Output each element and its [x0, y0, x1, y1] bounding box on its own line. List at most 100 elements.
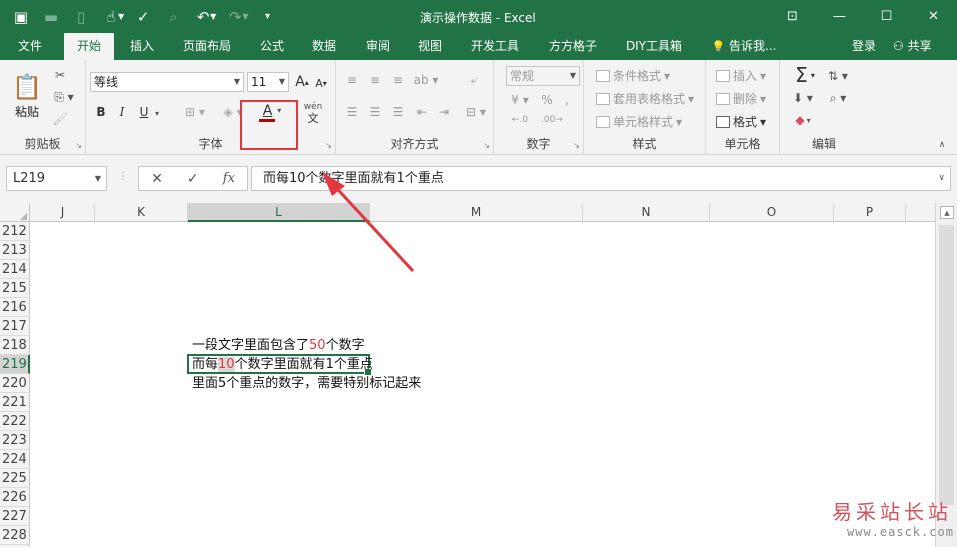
number-launcher-icon[interactable]: ↘ — [573, 141, 580, 150]
ribbon-display-icon[interactable]: ⊡ — [769, 0, 816, 33]
scrollbar-thumb[interactable] — [939, 225, 954, 505]
merge-center-icon[interactable]: ⊟ ▾ — [462, 102, 490, 122]
accounting-format-icon[interactable]: ¥ ▾ — [506, 90, 534, 110]
align-right-icon[interactable]: ☰ — [388, 102, 408, 122]
borders-icon[interactable]: ⊞ ▾ — [182, 102, 208, 122]
clear-icon[interactable]: ◆ ▾ — [788, 110, 818, 130]
row-header[interactable]: 221 — [0, 393, 30, 412]
minimize-icon[interactable]: — — [816, 0, 863, 33]
cell-l219[interactable]: 而每10个数字里面就有1个重点 — [192, 355, 373, 374]
grow-font-button[interactable]: A ▴ — [293, 72, 311, 92]
bold-button[interactable]: B — [92, 102, 110, 122]
cell-l218[interactable]: 一段文字里面包含了50个数字 — [192, 336, 365, 355]
align-top-icon[interactable]: ≡ — [342, 70, 362, 90]
wrap-text-icon[interactable]: ⤶ — [464, 70, 484, 90]
tab-review[interactable]: 审阅 — [356, 33, 400, 60]
shrink-font-button[interactable]: A ▾ — [312, 74, 330, 92]
cell-styles-button[interactable]: 单元格样式 ▾ — [596, 113, 682, 130]
increase-decimal-icon[interactable]: ←.0 — [506, 110, 534, 130]
comma-style-icon[interactable]: , — [558, 90, 576, 110]
column-header-o[interactable]: O — [710, 203, 834, 222]
increase-indent-icon[interactable]: ⇥ — [434, 102, 454, 122]
spelling-icon[interactable]: ✓ — [128, 0, 158, 33]
tab-data[interactable]: 数据 — [302, 33, 346, 60]
tab-home[interactable]: 开始 — [64, 33, 114, 60]
save-icon[interactable]: ▣ — [6, 0, 36, 33]
row-header[interactable]: 212 — [0, 222, 30, 241]
format-painter-icon[interactable]: 🖌 — [50, 110, 70, 128]
tab-fangfang[interactable]: 方方格子 — [538, 33, 608, 60]
tab-developer[interactable]: 开发工具 — [462, 33, 528, 60]
row-header[interactable]: 217 — [0, 317, 30, 336]
formula-bar-handle[interactable]: ⋮ — [118, 171, 128, 182]
row-header[interactable]: 225 — [0, 469, 30, 488]
row-header[interactable]: 228 — [0, 526, 30, 545]
copy-icon[interactable]: ⎘ ▾ — [50, 88, 78, 106]
maximize-icon[interactable]: ☐ — [863, 0, 910, 33]
row-header[interactable]: 227 — [0, 507, 30, 526]
row-header[interactable]: 226 — [0, 488, 30, 507]
format-cells-button[interactable]: 格式 ▾ — [716, 113, 766, 130]
customize-icon[interactable]: ▾ — [252, 0, 282, 33]
align-middle-icon[interactable]: ≡ — [365, 70, 385, 90]
new-file-icon[interactable]: ▯ — [66, 0, 96, 33]
tab-view[interactable]: 视图 — [408, 33, 452, 60]
row-header[interactable]: 218 — [0, 336, 30, 355]
collapse-ribbon-icon[interactable]: ∧ — [934, 138, 950, 152]
row-header[interactable]: 214 — [0, 260, 30, 279]
select-all-button[interactable] — [0, 203, 30, 222]
delete-cells-button[interactable]: 删除 ▾ — [716, 90, 766, 107]
align-bottom-icon[interactable]: ≡ — [388, 70, 408, 90]
clipboard-launcher-icon[interactable]: ↘ — [75, 141, 82, 150]
number-format-combo[interactable]: 常规 ▼ — [506, 66, 580, 86]
font-size-combo[interactable]: 11 ▼ — [247, 72, 289, 92]
scissors-icon[interactable]: ✂ — [50, 66, 70, 84]
percent-icon[interactable]: % — [538, 90, 556, 110]
cell-l220[interactable]: 里面5个重点的数字，需要特别标记起来 — [192, 374, 421, 393]
column-header-k[interactable]: K — [95, 203, 188, 222]
orientation-icon[interactable]: ab ▾ — [412, 70, 440, 90]
open-folder-icon[interactable]: ▬ — [36, 0, 66, 33]
tab-formulas[interactable]: 公式 — [250, 33, 294, 60]
format-as-table-button[interactable]: 套用表格格式 ▾ — [596, 90, 694, 107]
row-header[interactable]: 224 — [0, 450, 30, 469]
column-header-p[interactable]: P — [834, 203, 906, 222]
tab-insert[interactable]: 插入 — [120, 33, 164, 60]
column-header-n[interactable]: N — [583, 203, 710, 222]
row-header[interactable]: 222 — [0, 412, 30, 431]
insert-function-icon[interactable]: fx — [223, 171, 235, 186]
align-center-icon[interactable]: ☰ — [365, 102, 385, 122]
cancel-icon[interactable]: ✕ — [151, 171, 163, 187]
row-header[interactable]: 216 — [0, 298, 30, 317]
enter-icon[interactable]: ✓ — [187, 171, 199, 187]
column-header-m[interactable]: M — [370, 203, 583, 222]
alignment-launcher-icon[interactable]: ↘ — [483, 141, 490, 150]
column-header-j[interactable]: J — [31, 203, 95, 222]
sort-filter-icon[interactable]: ⇅ ▾ — [824, 66, 852, 86]
font-name-combo[interactable]: 等线 ▼ — [90, 72, 244, 92]
worksheet-grid[interactable] — [31, 222, 934, 547]
find-select-icon[interactable]: ⌕ ▾ — [824, 88, 852, 108]
tab-diy-toolbox[interactable]: DIY工具箱 — [618, 33, 690, 60]
underline-button[interactable]: U — [136, 102, 152, 122]
underline-dropdown-icon[interactable]: ▾ — [152, 104, 162, 122]
row-header[interactable]: 223 — [0, 431, 30, 450]
redo-dropdown[interactable]: ▼ — [242, 12, 248, 21]
phonetic-guide-button[interactable]: wén 文 — [300, 100, 326, 126]
conditional-formatting-button[interactable]: 条件格式 ▾ — [596, 67, 670, 84]
fill-icon[interactable]: ⬇ ▾ — [788, 88, 818, 108]
insert-cells-button[interactable]: 插入 ▾ — [716, 67, 766, 84]
font-launcher-icon[interactable]: ↘ — [325, 141, 332, 150]
name-box[interactable]: L219 ▼ — [6, 166, 107, 191]
tell-me-search[interactable]: 💡 告诉我... — [704, 33, 784, 60]
decrease-decimal-icon[interactable]: .00→ — [538, 110, 566, 130]
row-header-selected[interactable]: 219 — [0, 355, 30, 374]
italic-button[interactable]: I — [113, 102, 131, 122]
decrease-indent-icon[interactable]: ⇤ — [412, 102, 432, 122]
row-header[interactable]: 213 — [0, 241, 30, 260]
expand-formula-icon[interactable]: ∨ — [938, 167, 945, 190]
share-button[interactable]: ⚇ 共享 — [893, 33, 932, 60]
formula-input[interactable]: 而每10个数字里面就有1个重点 ∨ — [251, 166, 951, 191]
preview-icon[interactable]: ⌕ — [158, 0, 188, 33]
close-icon[interactable]: ✕ — [910, 0, 957, 33]
